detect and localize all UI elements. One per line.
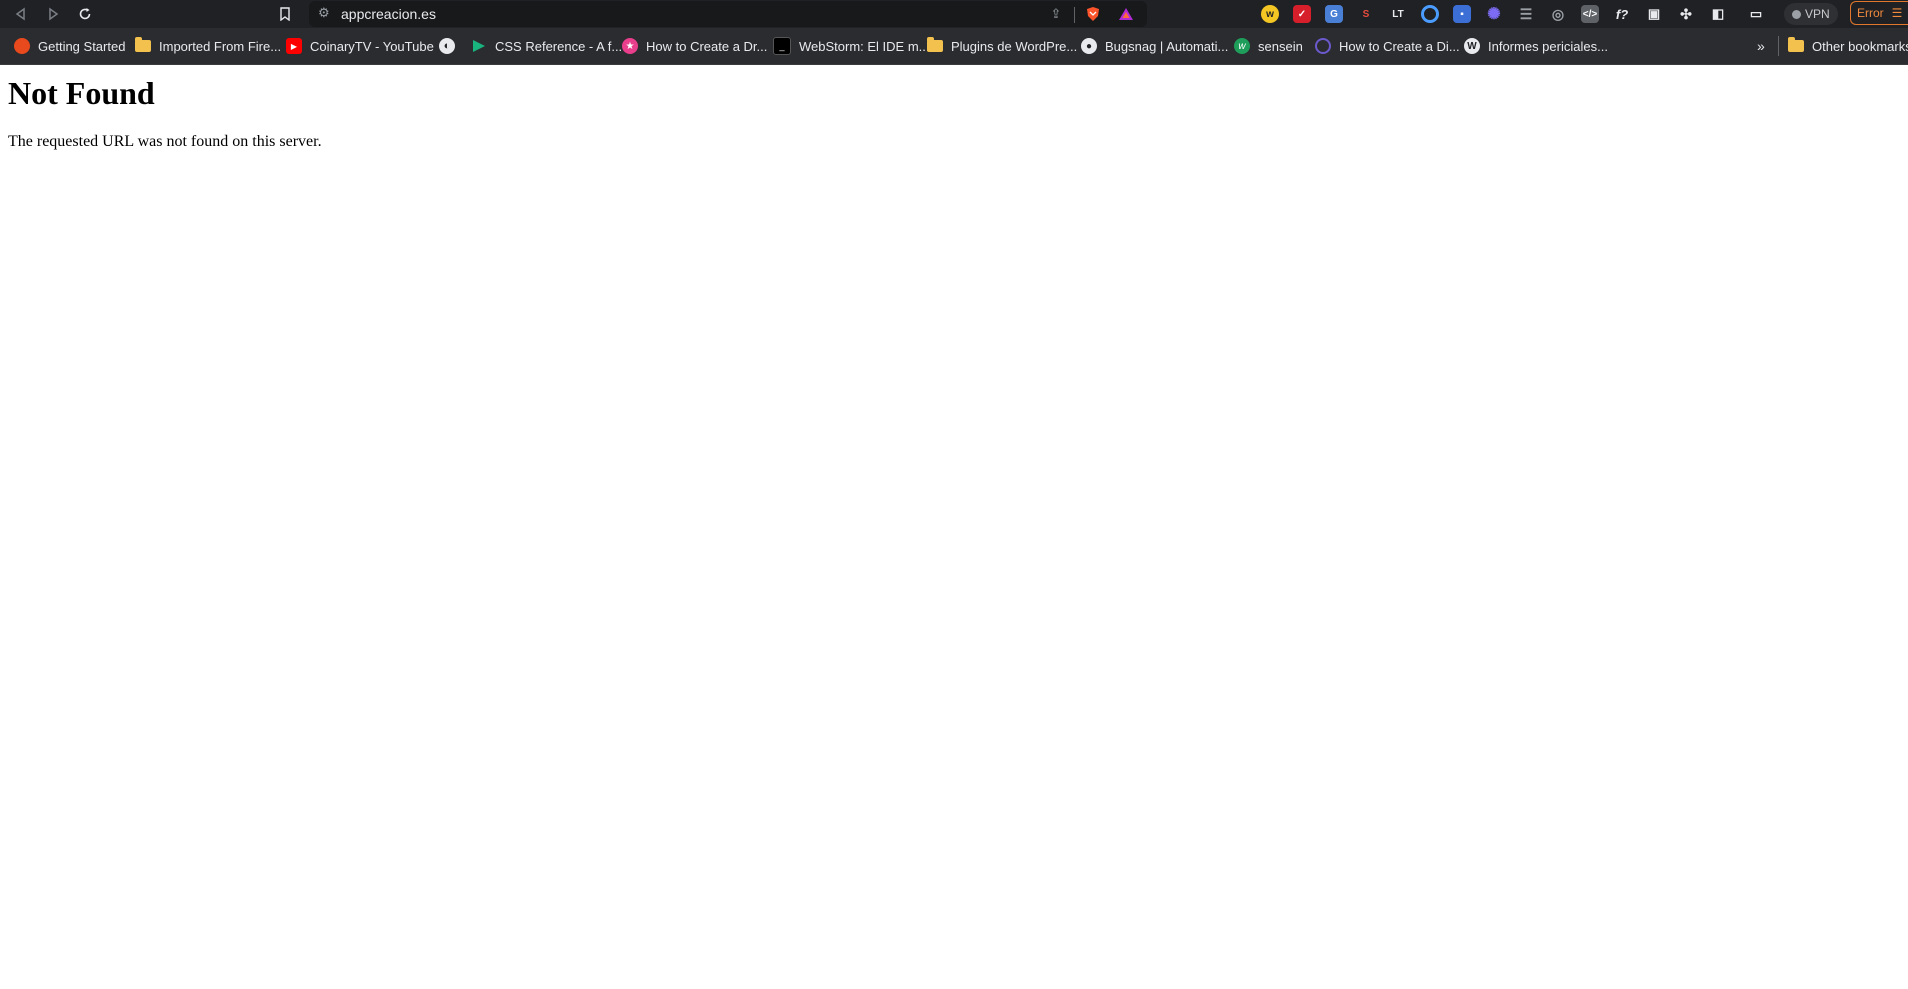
- extensions-puzzle-icon[interactable]: ✣: [1677, 5, 1695, 23]
- share-icon[interactable]: ⇪: [1047, 5, 1065, 23]
- folder-icon: [135, 37, 151, 52]
- extension-database-icon[interactable]: ☰: [1517, 5, 1535, 23]
- page-content: Not Found The requested URL was not foun…: [8, 65, 1898, 151]
- youtube-icon: ▶: [286, 38, 302, 54]
- bookmark-folder[interactable]: Imported From Fire...: [135, 36, 281, 56]
- bookmark-item[interactable]: CSS Reference - A f...: [471, 36, 622, 56]
- extension-function-icon[interactable]: f?: [1613, 5, 1631, 23]
- bookmark-item[interactable]: W Informes periciales...: [1464, 36, 1608, 56]
- extension-circle-icon[interactable]: [1421, 5, 1439, 23]
- bookmark-label: WebStorm: El IDE m...: [799, 38, 930, 54]
- reload-icon[interactable]: [74, 3, 96, 25]
- bookmark-label: Plugins de WordPre...: [951, 38, 1078, 54]
- extension-window-icon[interactable]: ▣: [1645, 5, 1663, 23]
- vpn-status-icon: [1792, 9, 1801, 19]
- extension-shield-icon[interactable]: ✓: [1293, 5, 1311, 23]
- address-bar-divider: [1074, 7, 1075, 23]
- sensein-icon: w: [1234, 38, 1250, 54]
- bookmark-label: How to Create a Di...: [1339, 38, 1460, 54]
- error-menu-button[interactable]: Error ☰: [1850, 1, 1908, 25]
- bookmark-folder[interactable]: Plugins de WordPre...: [927, 36, 1077, 56]
- brave-shields-icon[interactable]: [1084, 5, 1102, 23]
- bookmark-item[interactable]: ★ How to Create a Dr...: [622, 36, 767, 56]
- bookmark-item[interactable]: ● Bugsnag | Automati...: [1081, 36, 1228, 56]
- extension-w-icon[interactable]: w: [1261, 5, 1279, 23]
- vpn-button[interactable]: VPN: [1784, 3, 1838, 25]
- vpn-label: VPN: [1805, 7, 1830, 21]
- extension-lt-icon[interactable]: LT: [1389, 5, 1407, 23]
- firefox-icon: [14, 38, 30, 54]
- bookmark-item[interactable]: _ WebStorm: El IDE m...: [773, 36, 930, 56]
- back-icon[interactable]: [10, 3, 32, 25]
- globe-icon: ◐: [439, 38, 455, 54]
- bookmark-label: How to Create a Dr...: [646, 38, 768, 54]
- bookmark-label: Informes periciales...: [1488, 38, 1608, 54]
- extension-blue-icon[interactable]: ▪: [1453, 5, 1471, 23]
- bookmark-item[interactable]: How to Create a Di...: [1315, 36, 1460, 56]
- error-message: The requested URL was not found on this …: [8, 132, 322, 150]
- extension-red-s-icon[interactable]: S: [1357, 5, 1375, 23]
- bugsnag-icon: ●: [1081, 38, 1097, 54]
- folder-icon: [1788, 37, 1804, 52]
- webstorm-icon: _: [773, 37, 791, 55]
- bookmark-icon[interactable]: [274, 3, 296, 25]
- bookmark-label: Getting Started: [38, 38, 126, 54]
- bookmark-item[interactable]: Getting Started: [14, 36, 125, 56]
- bookmark-item[interactable]: w sensein: [1234, 36, 1303, 56]
- bookmark-label: Imported From Fire...: [159, 38, 282, 54]
- bookmarks-divider: [1778, 36, 1779, 56]
- bookmarks-bar: Getting Started Imported From Fire... ▶ …: [0, 28, 1908, 65]
- forward-icon[interactable]: [42, 3, 64, 25]
- brave-rewards-icon[interactable]: [1117, 5, 1135, 23]
- bookmark-item[interactable]: ◐: [439, 36, 455, 56]
- other-bookmarks-folder[interactable]: Other bookmarks: [1788, 36, 1908, 56]
- menu-icon: ☰: [1891, 6, 1903, 20]
- bookmark-label: Bugsnag | Automati...: [1105, 38, 1229, 54]
- folder-icon: [927, 37, 943, 52]
- bookmark-label: CoinaryTV - YouTube: [310, 38, 434, 54]
- css-reference-icon: [471, 38, 487, 54]
- more-bookmarks-chevron-icon[interactable]: »: [1757, 38, 1765, 54]
- pink-star-icon: ★: [622, 38, 638, 54]
- bookmark-label: CSS Reference - A f...: [495, 38, 623, 54]
- bookmark-item[interactable]: ▶ CoinaryTV - YouTube: [286, 36, 434, 56]
- address-bar[interactable]: ⚙ appcreacion.es ⇪: [309, 1, 1147, 27]
- circle-logo-icon: [1315, 38, 1331, 54]
- sidebar-toggle-icon[interactable]: ◧: [1709, 5, 1727, 23]
- url-text[interactable]: appcreacion.es: [341, 6, 436, 22]
- extension-dark-circle-icon[interactable]: ◎: [1549, 5, 1567, 23]
- extension-translate-icon[interactable]: G: [1325, 5, 1343, 23]
- site-settings-icon[interactable]: ⚙: [318, 5, 330, 21]
- other-bookmarks-label: Other bookmarks: [1812, 38, 1908, 54]
- wordpress-icon: W: [1464, 38, 1480, 54]
- extension-code-icon[interactable]: </>: [1581, 5, 1599, 23]
- bookmark-label: sensein: [1258, 38, 1303, 54]
- browser-chrome: ⚙ appcreacion.es ⇪ w ✓ G S LT ▪ ✺ ☰ ◎ </…: [0, 0, 1908, 65]
- browser-toolbar: ⚙ appcreacion.es ⇪ w ✓ G S LT ▪ ✺ ☰ ◎ </…: [0, 0, 1908, 28]
- error-label: Error: [1857, 6, 1884, 20]
- extension-gear-icon[interactable]: ✺: [1485, 5, 1503, 23]
- wallet-icon[interactable]: ▭: [1747, 5, 1765, 23]
- page-title: Not Found: [8, 75, 155, 111]
